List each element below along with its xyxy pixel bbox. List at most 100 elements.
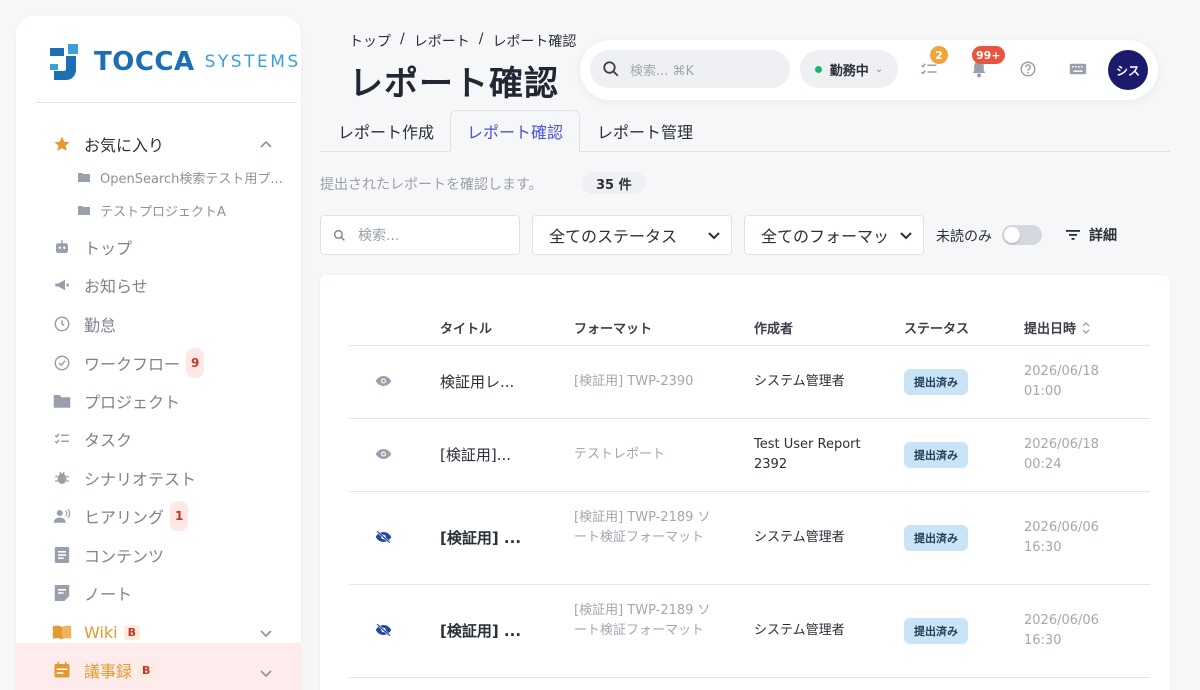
- report-title[interactable]: [検証用] ...: [440, 528, 521, 548]
- sidebar-item-contents[interactable]: コンテンツ: [52, 537, 292, 573]
- detail-filter-button[interactable]: 詳細: [1066, 225, 1117, 245]
- sidebar-item-workflow[interactable]: ワークフロー 9: [52, 345, 292, 381]
- sort-icon: [1082, 321, 1090, 334]
- eye-off-icon[interactable]: [374, 530, 392, 544]
- submitted-time: 01:00: [1024, 384, 1062, 399]
- submitted-time: 16:30: [1024, 633, 1062, 648]
- report-format: [検証用] TWP-2390: [574, 374, 694, 389]
- tab-report-create[interactable]: レポート作成: [322, 110, 450, 152]
- status-dot-icon: [814, 65, 822, 73]
- search-icon: [333, 229, 346, 242]
- sidebar-item-label: ノート: [84, 585, 133, 604]
- report-author: Test User Report 2392: [754, 437, 861, 472]
- logo[interactable]: TOCCA SYSTEMS: [48, 44, 301, 80]
- checklist-icon: [52, 429, 72, 449]
- report-title[interactable]: [検証用]...: [440, 445, 511, 465]
- report-author: システム管理者: [754, 374, 845, 389]
- unread-only-label: 未読のみ: [936, 229, 992, 245]
- beta-tag: B: [138, 662, 155, 678]
- status-filter-select[interactable]: 全てのステータス: [532, 215, 732, 255]
- sidebar-item-label: タスク: [84, 431, 133, 450]
- sidebar-item-news[interactable]: お知らせ: [52, 267, 292, 303]
- keyboard-shortcut-button[interactable]: [1067, 58, 1089, 80]
- work-status-dropdown[interactable]: 勤務中 ⌄: [800, 50, 898, 88]
- report-format: テストレポート: [574, 447, 666, 462]
- breadcrumb-item-top[interactable]: トップ: [349, 31, 391, 51]
- note-icon: [52, 583, 72, 603]
- breadcrumb-separator: /: [478, 31, 484, 47]
- tab-report-review[interactable]: レポート確認: [450, 110, 581, 152]
- detail-label: 詳細: [1089, 228, 1117, 244]
- sidebar-item-project[interactable]: プロジェクト: [52, 383, 292, 419]
- notification-button[interactable]: 99+: [968, 46, 1005, 80]
- row-divider: [349, 491, 1150, 492]
- eye-off-icon[interactable]: [374, 623, 392, 637]
- sidebar-item-label: ヒアリング: [84, 508, 165, 527]
- sidebar: TOCCA SYSTEMS お気に入り OpenSearch検索テスト用プ...…: [16, 16, 301, 690]
- report-author: システム管理者: [754, 530, 845, 545]
- eye-icon[interactable]: [374, 374, 392, 388]
- chevron-down-icon[interactable]: [260, 667, 272, 681]
- sidebar-item-label: プロジェクト: [84, 393, 181, 412]
- report-title[interactable]: 検証用レ...: [440, 372, 514, 392]
- sidebar-item-top[interactable]: トップ: [52, 229, 292, 265]
- sidebar-item-favorites[interactable]: お気に入り: [52, 126, 292, 162]
- report-format: [検証用] TWP-2189 ソート検証フォーマット: [574, 510, 711, 545]
- page-description: 提出されたレポートを確認します。: [320, 177, 543, 193]
- row-divider: [349, 418, 1150, 419]
- toggle-knob: [1004, 227, 1020, 243]
- sidebar-item-attendance[interactable]: 勤怠: [52, 306, 292, 342]
- robot-icon: [52, 237, 72, 257]
- submitted-time: 16:30: [1024, 540, 1062, 555]
- tocca-logo-icon: [50, 44, 78, 80]
- submitted-date: 2026/06/06: [1024, 613, 1099, 628]
- chevron-up-icon[interactable]: [260, 137, 272, 151]
- eye-icon[interactable]: [374, 447, 392, 461]
- sidebar-item-note[interactable]: ノート: [52, 575, 292, 611]
- row-divider: [349, 584, 1150, 585]
- sidebar-item-label: ワークフロー: [84, 355, 181, 374]
- column-header-date[interactable]: 提出日時: [1024, 318, 1090, 337]
- global-search-input[interactable]: 検索... ⌘K: [590, 50, 790, 88]
- help-icon: [1020, 61, 1036, 77]
- favorite-item[interactable]: テストプロジェクトA: [78, 197, 293, 223]
- sidebar-item-hearing[interactable]: ヒアリング 1: [52, 498, 292, 534]
- column-header-format[interactable]: フォーマット: [574, 318, 652, 337]
- format-filter-select[interactable]: 全てのフォーマット: [744, 215, 924, 255]
- report-title[interactable]: [検証用] ...: [440, 621, 521, 641]
- sidebar-item-scenario-test[interactable]: シナリオテスト: [52, 460, 292, 496]
- sidebar-item-label: Wiki: [84, 622, 118, 642]
- chevron-down-icon: [899, 228, 913, 242]
- sidebar-item-minutes[interactable]: 議事録 B: [52, 652, 292, 688]
- favorite-item[interactable]: OpenSearch検索テスト用プ...: [78, 164, 293, 190]
- workflow-count-badge: 9: [186, 348, 205, 378]
- keyboard-icon: [1069, 63, 1087, 75]
- page-title: レポート確認: [349, 64, 559, 104]
- help-button[interactable]: [1017, 58, 1039, 80]
- submitted-time: 00:24: [1024, 457, 1062, 472]
- avatar[interactable]: シス: [1108, 50, 1148, 90]
- brand-sub: SYSTEMS: [204, 52, 301, 72]
- column-header-title[interactable]: タイトル: [440, 318, 492, 337]
- report-search-input[interactable]: 検索...: [320, 215, 520, 255]
- megaphone-icon: [52, 275, 72, 295]
- breadcrumb-item-report[interactable]: レポート: [414, 31, 470, 51]
- task-list-button[interactable]: 2: [918, 46, 948, 80]
- unread-only-toggle[interactable]: [1002, 225, 1042, 245]
- tab-report-manage[interactable]: レポート管理: [581, 110, 709, 152]
- person-voice-icon: [52, 506, 72, 526]
- star-icon: [52, 134, 72, 154]
- column-header-date-label: 提出日時: [1024, 322, 1077, 337]
- favorite-item-label: テストプロジェクトA: [100, 204, 226, 220]
- column-header-author[interactable]: 作成者: [754, 318, 793, 337]
- result-count-badge: 35 件: [582, 172, 646, 194]
- notification-count-badge: 99+: [972, 46, 1005, 64]
- search-icon: [602, 60, 620, 78]
- report-format: [検証用] TWP-2189 ソート検証フォーマット: [574, 603, 711, 638]
- clock-icon: [52, 314, 72, 334]
- tab-bar: レポート作成 レポート確認 レポート管理: [320, 110, 1170, 152]
- sidebar-item-task[interactable]: タスク: [52, 421, 292, 457]
- column-header-status[interactable]: ステータス: [904, 318, 969, 337]
- status-badge: 提出済み: [904, 618, 968, 644]
- chevron-down-icon[interactable]: [260, 627, 272, 641]
